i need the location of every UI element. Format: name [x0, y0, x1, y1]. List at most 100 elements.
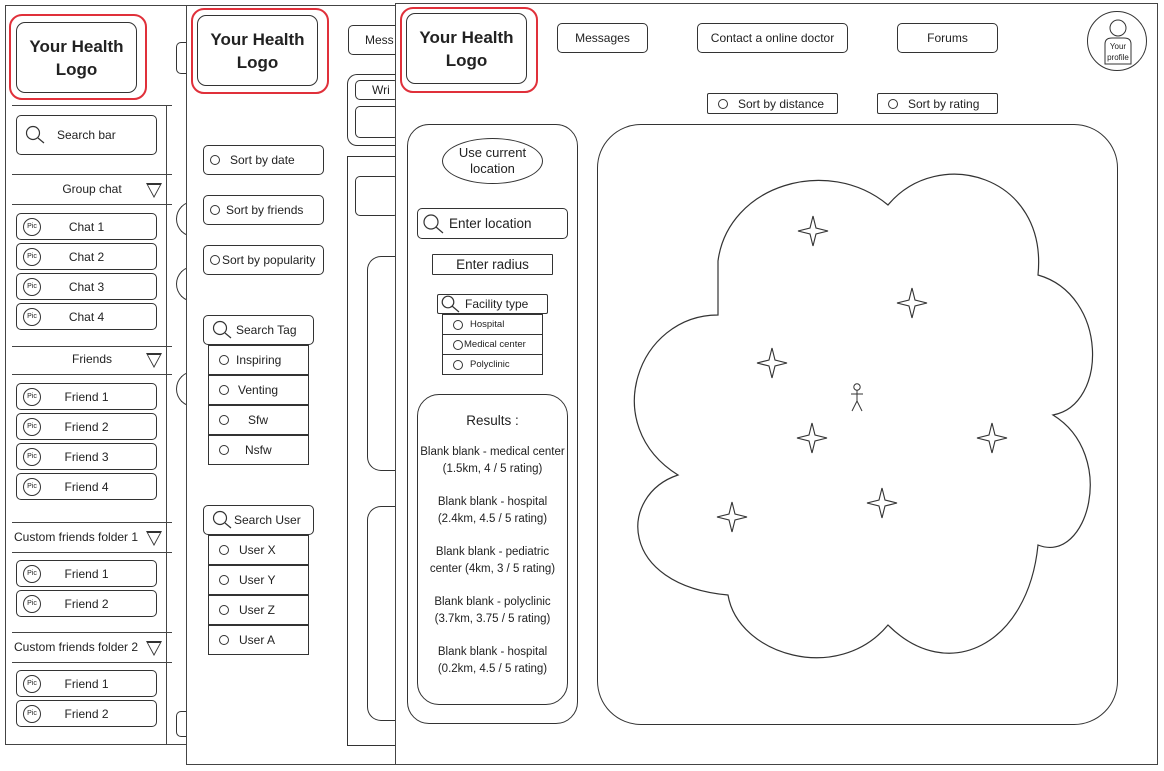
nav-button-messages[interactable]: Mess	[348, 25, 400, 55]
map-container[interactable]	[597, 124, 1118, 725]
use-current-location-button[interactable]: Use current location	[442, 138, 543, 184]
facility-marker-icon[interactable]	[976, 422, 1008, 454]
search-bar[interactable]: Search bar	[16, 115, 157, 155]
user-option[interactable]: User Y	[208, 565, 309, 595]
chevron-down-icon[interactable]	[146, 183, 162, 198]
chevron-down-icon[interactable]	[146, 641, 162, 656]
facility-label: Medical center	[464, 339, 526, 350]
facility-type-dropdown[interactable]: Facility type	[437, 294, 548, 314]
divider	[12, 346, 172, 347]
avatar: Pic	[23, 447, 41, 466]
divider	[12, 174, 172, 175]
logo[interactable]: Your Health Logo	[197, 15, 318, 86]
sort-by-friends[interactable]: Sort by friends	[203, 195, 324, 225]
facility-marker-icon[interactable]	[866, 487, 898, 519]
facility-option[interactable]: Hospital	[442, 314, 543, 335]
list-item[interactable]: Pic Chat 4	[16, 303, 157, 330]
profile-button[interactable]: Your profile	[1087, 11, 1147, 71]
list-item[interactable]: Pic Chat 3	[16, 273, 157, 300]
divider	[12, 522, 172, 523]
facility-option[interactable]: Medical center	[442, 334, 543, 355]
result-item[interactable]: Blank blank - hospital (0.2km, 4.5 / 5 r…	[420, 644, 565, 678]
search-bar-label: Search bar	[57, 128, 116, 142]
facility-marker-icon[interactable]	[756, 347, 788, 379]
facility-option[interactable]: Polyclinic	[442, 354, 543, 375]
post-search-fragment[interactable]	[355, 176, 399, 216]
map-area-cloud[interactable]	[598, 125, 1119, 726]
radio-button[interactable]	[888, 98, 898, 109]
divider	[12, 204, 172, 205]
sort-by-date[interactable]: Sort by date	[203, 145, 324, 175]
radio-button[interactable]	[453, 339, 463, 350]
chevron-down-icon[interactable]	[146, 531, 162, 546]
list-item[interactable]: Pic Friend 1	[16, 670, 157, 697]
user-label: User Z	[239, 603, 275, 617]
sort-by-rating[interactable]: Sort by rating	[877, 93, 998, 114]
facility-marker-icon[interactable]	[896, 287, 928, 319]
contact-doctor-button[interactable]: Contact a online doctor	[697, 23, 848, 53]
search-icon	[441, 295, 460, 313]
result-item[interactable]: Blank blank - pediatric center (4km, 3 /…	[420, 544, 565, 578]
item-label: Friend 4	[64, 479, 109, 494]
list-item[interactable]: Pic Friend 2	[16, 413, 157, 440]
radio-button[interactable]	[210, 255, 220, 265]
facility-label: Polyclinic	[470, 359, 510, 370]
search-icon	[423, 213, 444, 233]
radio-button[interactable]	[210, 205, 220, 215]
sort-label: Sort by popularity	[222, 253, 316, 267]
enter-radius-input[interactable]: Enter radius	[432, 254, 553, 275]
radio-button[interactable]	[219, 415, 229, 425]
list-item[interactable]: Pic Friend 4	[16, 473, 157, 500]
tag-option[interactable]: Sfw	[208, 405, 309, 435]
write-post-button[interactable]: Wri	[355, 80, 399, 100]
radio-button[interactable]	[219, 575, 229, 585]
radio-button[interactable]	[219, 385, 229, 395]
list-item[interactable]: Pic Friend 2	[16, 700, 157, 727]
forums-button[interactable]: Forums	[897, 23, 998, 53]
search-tag[interactable]: Search Tag	[203, 315, 314, 345]
write-post-input[interactable]	[355, 106, 399, 138]
radio-button[interactable]	[219, 635, 229, 645]
radio-button[interactable]	[453, 359, 463, 370]
radio-button[interactable]	[219, 605, 229, 615]
facility-marker-icon[interactable]	[716, 501, 748, 533]
radio-button[interactable]	[453, 319, 463, 330]
logo[interactable]: Your Health Logo	[406, 13, 527, 84]
list-item[interactable]: Pic Friend 2	[16, 590, 157, 617]
map-panel: Your Health Logo Messages Contact a onli…	[395, 3, 1158, 765]
enter-location-input[interactable]: Enter location	[417, 208, 568, 239]
item-label: Chat 2	[68, 249, 105, 264]
chevron-down-icon[interactable]	[146, 353, 162, 368]
facility-marker-icon[interactable]	[796, 422, 828, 454]
divider	[12, 105, 172, 106]
sort-by-distance[interactable]: Sort by distance	[707, 93, 838, 114]
tag-option[interactable]: Inspiring	[208, 345, 309, 375]
list-item[interactable]: Pic Friend 3	[16, 443, 157, 470]
radio-button[interactable]	[219, 355, 229, 365]
logo[interactable]: Your Health Logo	[16, 22, 137, 93]
search-user-label: Search User	[234, 513, 301, 527]
facility-marker-icon[interactable]	[797, 215, 829, 247]
use-location-label: Use current location	[458, 145, 527, 176]
nav-label: Forums	[927, 31, 968, 45]
list-item[interactable]: Pic Chat 2	[16, 243, 157, 270]
list-item[interactable]: Pic Chat 1	[16, 213, 157, 240]
radio-button[interactable]	[210, 155, 220, 165]
result-item[interactable]: Blank blank - polyclinic (3.7km, 3.75 / …	[420, 594, 565, 628]
radio-button[interactable]	[718, 98, 728, 109]
search-user[interactable]: Search User	[203, 505, 314, 535]
messages-button[interactable]: Messages	[557, 23, 648, 53]
list-item[interactable]: Pic Friend 1	[16, 383, 157, 410]
tag-option[interactable]: Nsfw	[208, 435, 309, 465]
user-option[interactable]: User Z	[208, 595, 309, 625]
sort-by-popularity[interactable]: Sort by popularity	[203, 245, 324, 275]
tag-option[interactable]: Venting	[208, 375, 309, 405]
avatar: Pic	[23, 674, 41, 693]
result-item[interactable]: Blank blank - hospital (2.4km, 4.5 / 5 r…	[420, 494, 565, 528]
radio-button[interactable]	[219, 545, 229, 555]
user-option[interactable]: User X	[208, 535, 309, 565]
user-option[interactable]: User A	[208, 625, 309, 655]
list-item[interactable]: Pic Friend 1	[16, 560, 157, 587]
radio-button[interactable]	[219, 445, 229, 455]
result-item[interactable]: Blank blank - medical center (1.5km, 4 /…	[420, 444, 565, 478]
